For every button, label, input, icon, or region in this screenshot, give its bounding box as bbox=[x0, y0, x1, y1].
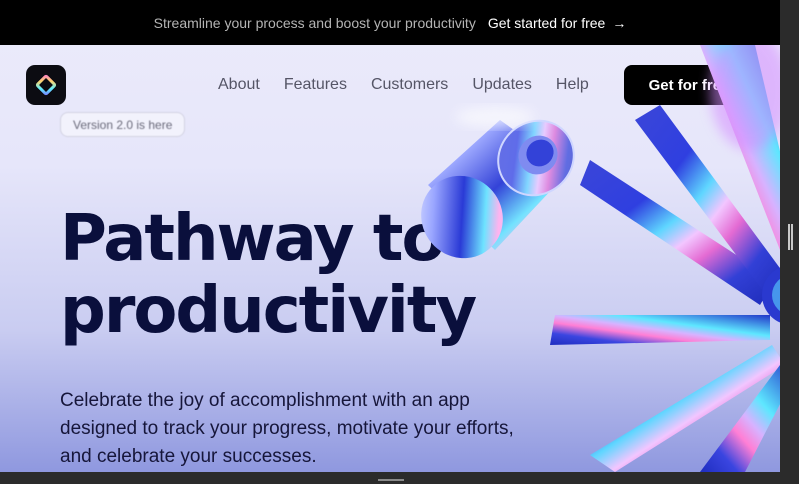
nav-link-about[interactable]: About bbox=[218, 74, 260, 96]
announcement-bar: Streamline your process and boost your p… bbox=[0, 0, 780, 45]
diamond-logo-icon bbox=[34, 73, 58, 97]
glass-tube-shape bbox=[421, 107, 575, 259]
announcement-cta-link[interactable]: Get started for free → bbox=[488, 15, 627, 31]
announcement-cta-label: Get started for free bbox=[487, 14, 606, 31]
glow-shape bbox=[710, 45, 780, 150]
browser-viewport: Streamline your process and boost your p… bbox=[0, 0, 780, 472]
arrow-right-icon: → bbox=[612, 14, 627, 31]
version-pill[interactable]: Version 2.0 is here bbox=[60, 112, 186, 137]
scrollbar-handle[interactable] bbox=[788, 224, 793, 250]
nav-link-features[interactable]: Features bbox=[284, 74, 347, 96]
hero-3d-illustration bbox=[421, 45, 780, 472]
announcement-message: Streamline your process and boost your p… bbox=[153, 14, 476, 31]
logo[interactable] bbox=[26, 65, 66, 105]
resize-handle[interactable] bbox=[378, 479, 404, 481]
